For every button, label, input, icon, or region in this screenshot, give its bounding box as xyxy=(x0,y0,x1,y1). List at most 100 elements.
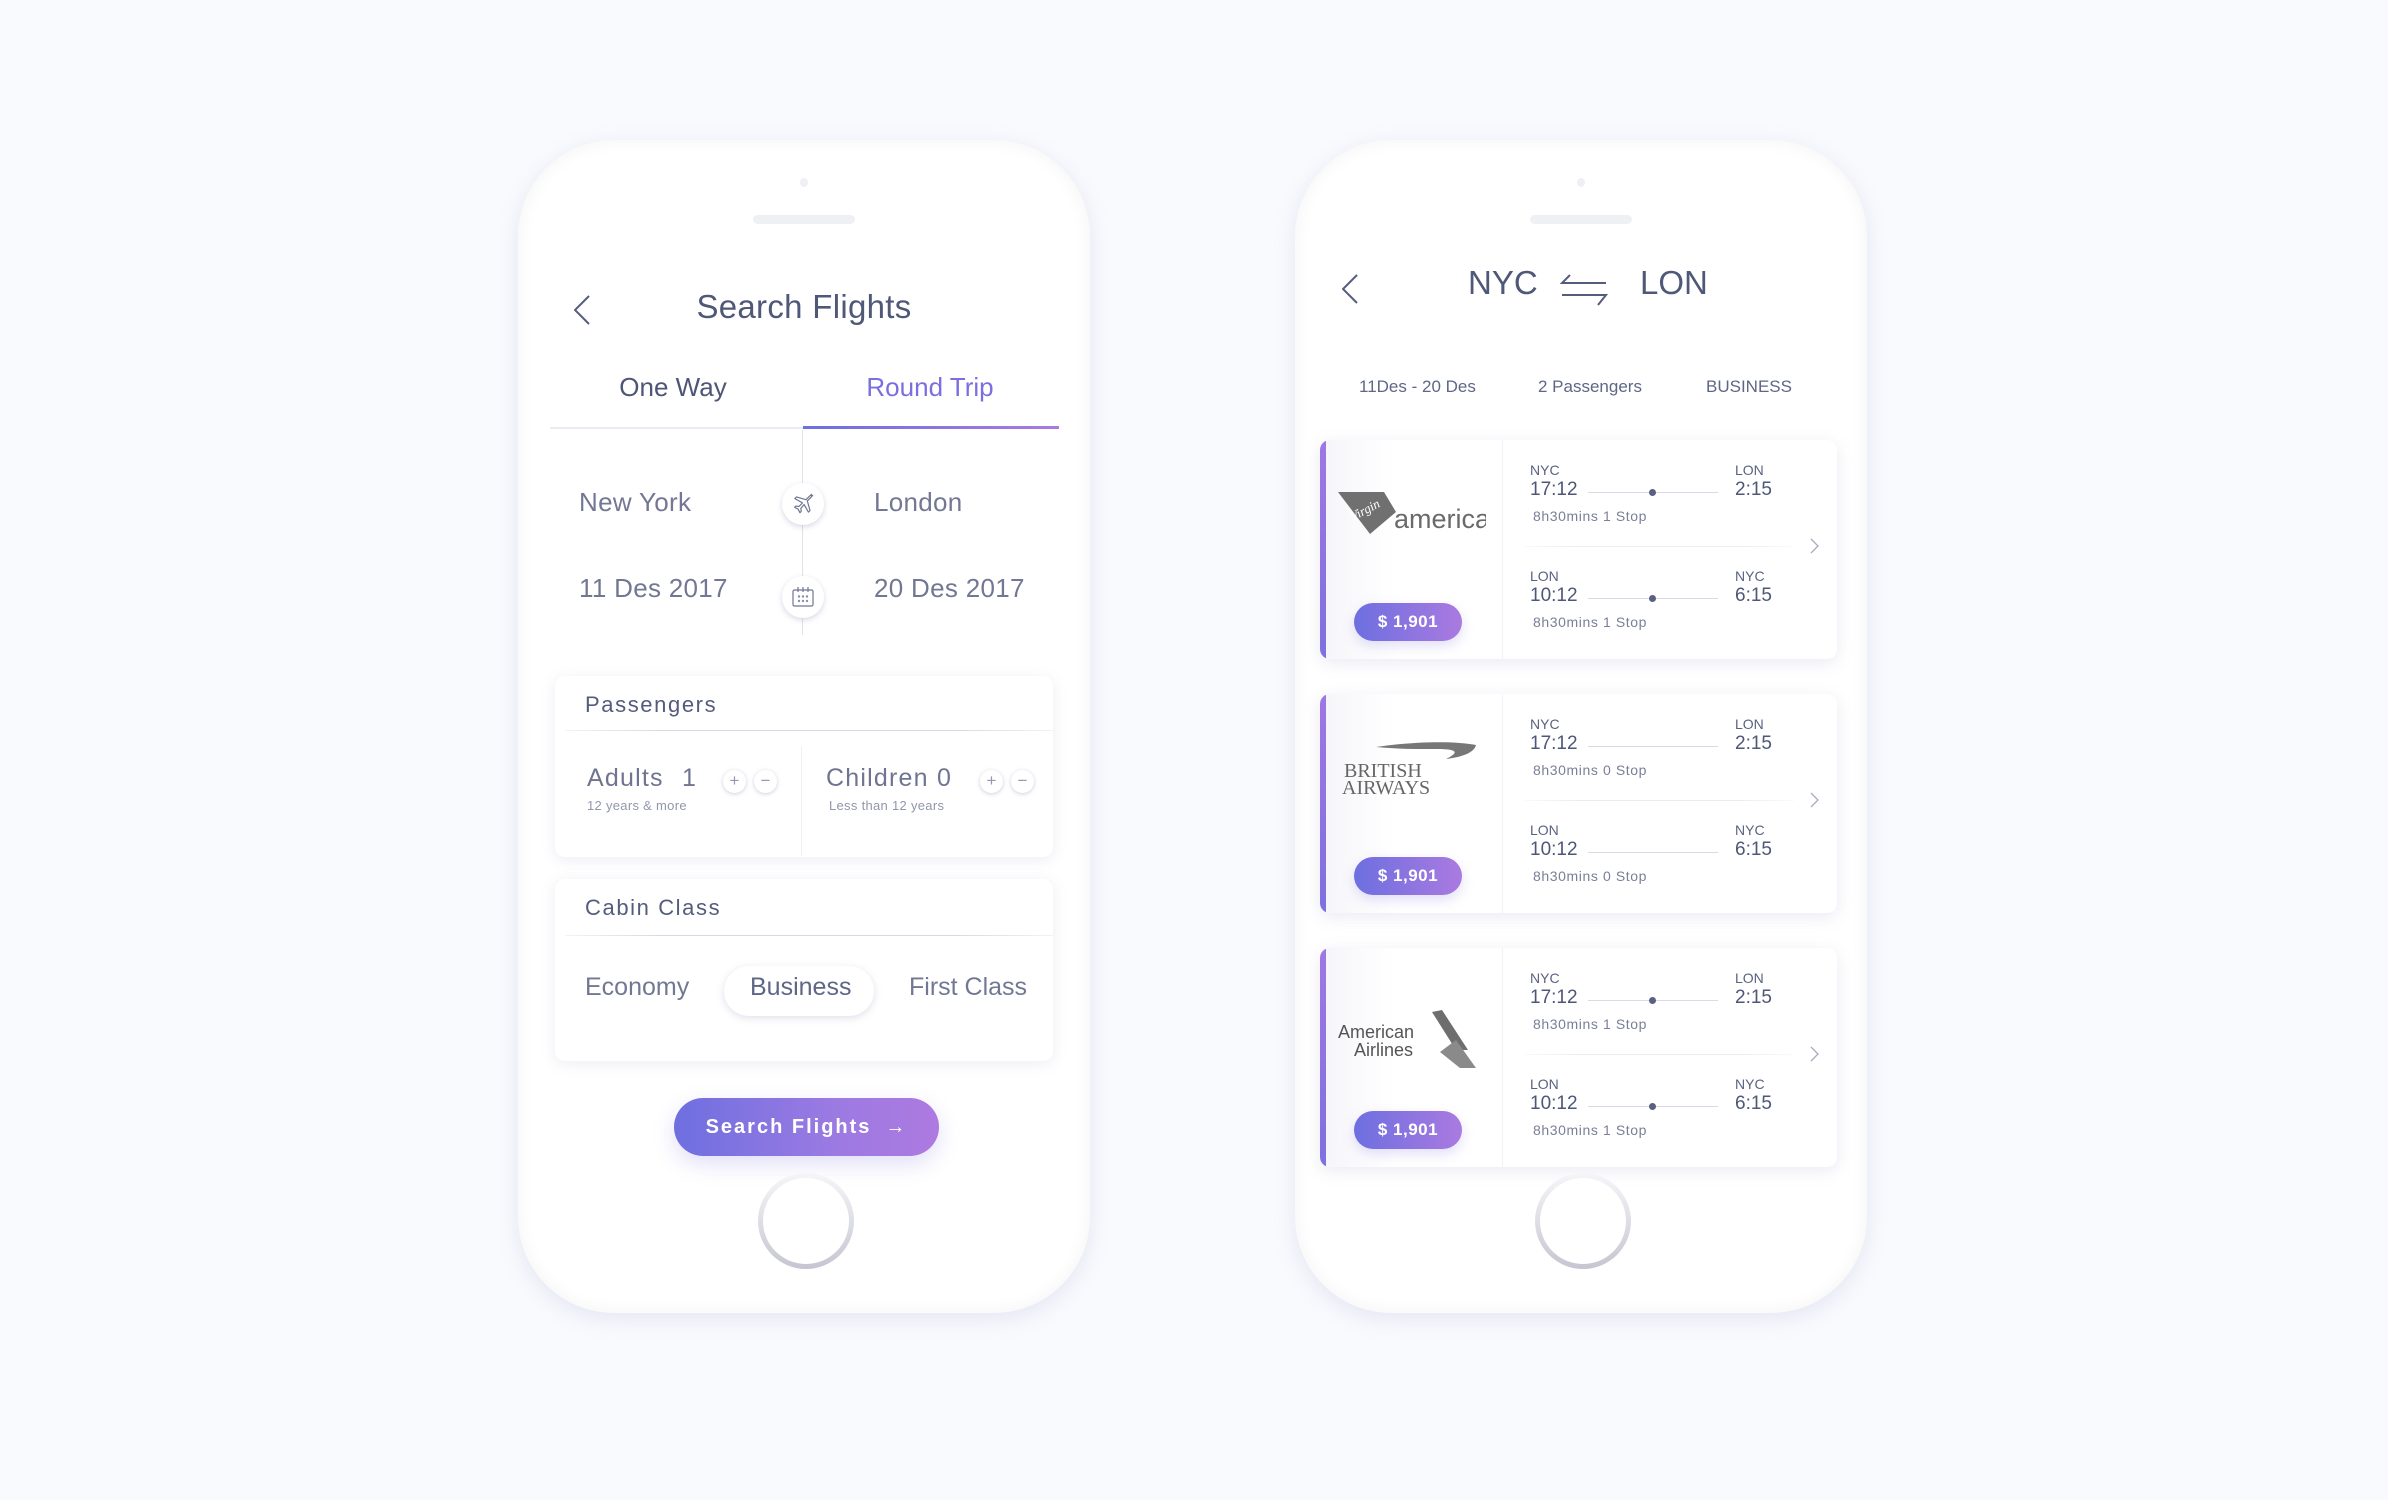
inbound-leg: LON NYC 10:12 6:15 8h30mins 1 Stop xyxy=(1530,1076,1800,1166)
children-label: Children xyxy=(826,764,929,792)
flight-card[interactable]: American Airlines $ 1,901 NYC LON 17:12 … xyxy=(1320,948,1837,1167)
stop-dot xyxy=(1649,595,1656,602)
virgin-america-logo: Virgin america xyxy=(1336,478,1486,548)
duration-stops: 8h30mins 0 Stop xyxy=(1533,868,1648,884)
leg-destination: LON xyxy=(1735,716,1764,732)
svg-text:Airlines: Airlines xyxy=(1354,1040,1413,1060)
home-button[interactable] xyxy=(1535,1173,1631,1269)
depart-time: 10:12 xyxy=(1530,839,1578,860)
flight-path-line xyxy=(1588,1103,1718,1110)
leg-origin: NYC xyxy=(1530,716,1560,732)
depart-time: 17:12 xyxy=(1530,479,1578,500)
chevron-right-icon[interactable] xyxy=(1810,1046,1819,1067)
depart-time: 17:12 xyxy=(1530,733,1578,754)
plane-icon xyxy=(782,483,824,525)
leg-divider xyxy=(1524,800,1794,801)
adults-increment-button[interactable]: + xyxy=(723,770,746,793)
adults-label: Adults xyxy=(587,764,664,792)
stop-dot xyxy=(1649,489,1656,496)
search-flights-label: Search Flights xyxy=(705,1115,872,1138)
depart-time: 10:12 xyxy=(1530,1093,1578,1114)
children-decrement-button[interactable]: − xyxy=(1011,770,1034,793)
outbound-leg: NYC LON 17:12 2:15 8h30mins 0 Stop xyxy=(1530,716,1800,806)
origin-code: NYC xyxy=(1468,264,1538,301)
phone-results-screen: NYC LON 11Des - 20 Des 2 Passengers BUSI… xyxy=(1295,140,1867,1313)
home-button[interactable] xyxy=(758,1173,854,1269)
depart-time: 10:12 xyxy=(1530,585,1578,606)
svg-text:AIRWAYS: AIRWAYS xyxy=(1342,777,1430,799)
return-date-field[interactable]: 20 Des 2017 xyxy=(874,573,1025,604)
search-flights-button[interactable]: Search Flights → xyxy=(674,1098,939,1156)
children-subtitle: Less than 12 years xyxy=(829,798,945,813)
adults-subtitle: 12 years & more xyxy=(587,798,687,813)
arrive-time: 2:15 xyxy=(1735,479,1772,500)
leg-origin: LON xyxy=(1530,1076,1559,1092)
arrive-time: 6:15 xyxy=(1735,839,1772,860)
from-city-field[interactable]: New York xyxy=(579,487,691,518)
leg-destination: NYC xyxy=(1735,568,1765,584)
stop-dot xyxy=(1649,997,1656,1004)
children-increment-button[interactable]: + xyxy=(980,770,1003,793)
flight-card[interactable]: Virgin america $ 1,901 NYC LON 17:12 2:1… xyxy=(1320,440,1837,659)
british-airways-logo: BRITISH AIRWAYS xyxy=(1336,732,1486,802)
calendar-icon xyxy=(782,576,824,618)
leg-origin: NYC xyxy=(1530,462,1560,478)
cabin-class-title: Cabin Class xyxy=(585,895,722,920)
tab-active-indicator xyxy=(803,426,1059,429)
duration-stops: 8h30mins 1 Stop xyxy=(1533,1016,1648,1032)
destination-code: LON xyxy=(1640,264,1708,301)
leg-origin: NYC xyxy=(1530,970,1560,986)
children-count: 0 xyxy=(937,764,953,792)
flight-path-line xyxy=(1588,489,1718,496)
duration-stops: 8h30mins 1 Stop xyxy=(1533,508,1648,524)
leg-origin: LON xyxy=(1530,568,1559,584)
adults-decrement-button[interactable]: − xyxy=(754,770,777,793)
duration-stops: 8h30mins 1 Stop xyxy=(1533,614,1648,630)
page-title: Search Flights xyxy=(696,288,912,325)
flight-card[interactable]: BRITISH AIRWAYS $ 1,901 NYC LON 17:12 2:… xyxy=(1320,694,1837,913)
american-airlines-logo: American Airlines xyxy=(1336,1006,1486,1076)
stop-dot xyxy=(1649,1103,1656,1110)
tab-one-way[interactable]: One Way xyxy=(546,372,800,403)
svg-text:American: American xyxy=(1338,1022,1414,1042)
trip-dates: 11Des - 20 Des xyxy=(1359,377,1476,396)
leg-destination: NYC xyxy=(1735,1076,1765,1092)
front-camera xyxy=(800,178,808,187)
cabin-option-business[interactable]: Business xyxy=(750,973,851,1002)
chevron-right-icon[interactable] xyxy=(1810,792,1819,813)
duration-stops: 8h30mins 1 Stop xyxy=(1533,1122,1648,1138)
leg-origin: LON xyxy=(1530,822,1559,838)
cabin-class-divider xyxy=(565,935,1053,936)
flight-path-line xyxy=(1588,997,1718,1004)
inbound-leg: LON NYC 10:12 6:15 8h30mins 0 Stop xyxy=(1530,822,1800,912)
passengers-column-divider xyxy=(801,746,802,856)
tab-round-trip[interactable]: Round Trip xyxy=(803,372,1057,403)
depart-date-field[interactable]: 11 Des 2017 xyxy=(579,573,728,604)
leg-destination: LON xyxy=(1735,462,1764,478)
price-badge: $ 1,901 xyxy=(1354,603,1462,641)
swap-arrows-icon[interactable] xyxy=(1559,273,1609,312)
cabin-option-first-class[interactable]: First Class xyxy=(909,973,1027,1002)
chevron-right-icon[interactable] xyxy=(1810,538,1819,559)
price-badge: $ 1,901 xyxy=(1354,1111,1462,1149)
phone-search-screen: Search Flights One Way Round Trip New Yo… xyxy=(518,140,1090,1313)
arrow-right-icon: → xyxy=(885,1115,908,1138)
leg-destination: LON xyxy=(1735,970,1764,986)
arrive-time: 6:15 xyxy=(1735,585,1772,606)
front-camera xyxy=(1577,178,1585,187)
speaker-grille xyxy=(753,215,855,224)
arrive-time: 2:15 xyxy=(1735,733,1772,754)
flight-path-line xyxy=(1588,595,1718,602)
back-arrow-icon[interactable] xyxy=(1342,274,1358,304)
flight-path-line xyxy=(1588,746,1718,747)
price-badge: $ 1,901 xyxy=(1354,857,1462,895)
to-city-field[interactable]: London xyxy=(874,487,963,518)
depart-time: 17:12 xyxy=(1530,987,1578,1008)
duration-stops: 8h30mins 0 Stop xyxy=(1533,762,1648,778)
speaker-grille xyxy=(1530,215,1632,224)
arrive-time: 6:15 xyxy=(1735,1093,1772,1114)
inbound-leg: LON NYC 10:12 6:15 8h30mins 1 Stop xyxy=(1530,568,1800,658)
arrive-time: 2:15 xyxy=(1735,987,1772,1008)
cabin-class: BUSINESS xyxy=(1706,377,1792,396)
cabin-option-economy[interactable]: Economy xyxy=(585,973,689,1002)
